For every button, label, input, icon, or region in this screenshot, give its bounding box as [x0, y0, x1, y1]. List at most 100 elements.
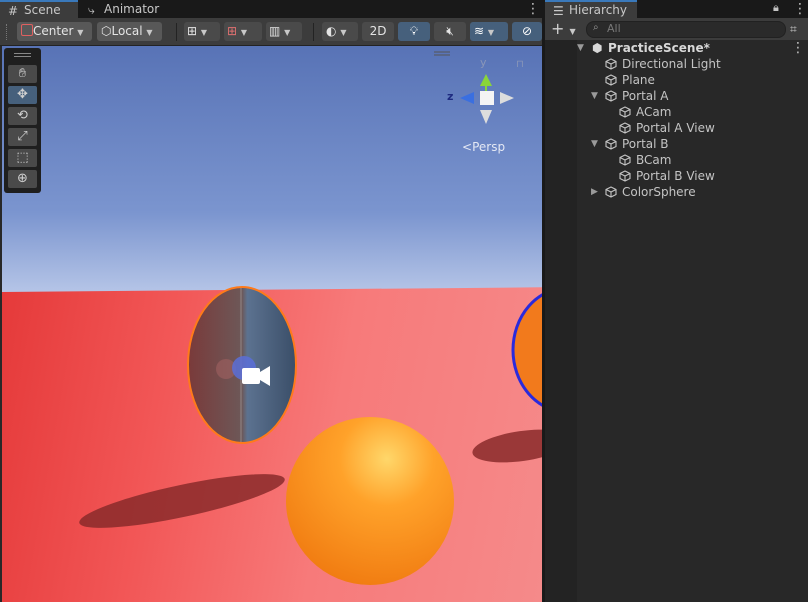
search-input[interactable]: ⌕ All	[586, 21, 786, 38]
move-tool-button[interactable]: ✥	[8, 86, 37, 104]
scene-visibility-button[interactable]: ⊘	[512, 22, 542, 41]
tools-overlay: ✋︎ ✥ ⟲ ⤢ ⬚ ⊕	[4, 48, 41, 193]
scene-root-row[interactable]: ▼ ⬢ PracticeScene* ⋮	[545, 40, 808, 56]
hierarchy-item-label: Plane	[622, 73, 655, 87]
pivot-mode-dropdown[interactable]: Center ▼	[17, 22, 92, 41]
search-placeholder: All	[607, 22, 621, 35]
chevron-down-icon: ▼	[487, 28, 495, 37]
hierarchy-item-label: Portal A View	[636, 121, 715, 135]
animator-icon: ⤷	[88, 3, 95, 17]
hierarchy-item-label: Portal A	[622, 89, 669, 103]
chevron-down-icon: ▼	[146, 28, 153, 37]
toolbar-separator	[313, 23, 314, 41]
foldout-expanded-icon[interactable]: ▼	[591, 88, 598, 104]
gameobject-cube-icon	[619, 122, 631, 134]
scene-menu-icon[interactable]: ⋮	[526, 1, 540, 17]
pivot-mode-label: Center	[33, 24, 74, 38]
scene-panel: # Scene ⤷ Animator ⋮ Center ▼ ⬡Local ▼ ⊞…	[0, 0, 542, 602]
foldout-expanded-icon[interactable]: ▼	[577, 40, 584, 56]
audio-toggle-button[interactable]: 🔇︎	[434, 22, 466, 41]
hierarchy-item[interactable]: Portal A View	[545, 120, 808, 136]
toggle-2d-label: 2D	[369, 24, 387, 38]
persp-icon: <	[462, 140, 473, 154]
hierarchy-item[interactable]: ▼ Portal B	[545, 136, 808, 152]
chevron-down-icon: ▼	[77, 28, 84, 37]
scene-menu-icon[interactable]: ⋮	[791, 40, 805, 56]
gameobject-cube-icon	[605, 74, 617, 86]
rect-tool-button[interactable]: ⬚	[8, 149, 37, 167]
hierarchy-menu-icon[interactable]: ⋮	[793, 1, 807, 17]
layers-icon: ≋	[474, 24, 485, 38]
tab-animator-label: Animator	[104, 2, 160, 16]
chevron-down-icon: ▼	[240, 28, 248, 37]
grid-snap-button[interactable]: ⊞ ▼	[184, 22, 220, 41]
chevron-down-icon: ▼	[340, 28, 347, 37]
scene-toolbar: Center ▼ ⬡Local ▼ ⊞ ▼ ⊞ ▼ ▥ ▼ ◐ ▼ 2D 💡︎	[0, 18, 542, 46]
gameobject-cube-icon	[619, 154, 631, 166]
gameobject-cube-icon	[605, 186, 617, 198]
scale-icon: ⤢	[17, 129, 28, 144]
move-icon: ✥	[17, 87, 28, 102]
local-cube-icon: ⬡	[101, 24, 112, 38]
foldout-collapsed-icon[interactable]: ▶	[591, 184, 598, 200]
rotate-tool-button[interactable]: ⟲	[8, 107, 37, 125]
effects-dropdown[interactable]: ≋ ▼	[470, 22, 508, 41]
lighting-toggle-button[interactable]: 💡︎	[398, 22, 430, 41]
gameobject-cube-icon	[619, 106, 631, 118]
scene-name: PracticeScene*	[608, 41, 710, 55]
grid-icon: #	[8, 4, 19, 18]
hand-icon: ✋︎	[18, 66, 27, 81]
sphere-shading-icon: ◐	[326, 24, 337, 38]
tab-animator[interactable]: ⤷ Animator	[80, 0, 170, 18]
portal-b-shadow	[472, 429, 542, 463]
color-sphere[interactable]	[286, 417, 454, 585]
toggle-2d-button[interactable]: 2D	[362, 22, 394, 41]
tools-grip[interactable]	[14, 53, 31, 54]
rotate-icon: ⟲	[17, 108, 28, 123]
gameobject-cube-icon	[605, 138, 617, 150]
scene-objects	[79, 51, 542, 585]
tab-hierarchy[interactable]: ☰ Hierarchy	[545, 0, 637, 18]
audio-mute-icon: 🔇︎	[446, 24, 454, 38]
hierarchy-item[interactable]: ▶ ColorSphere	[545, 184, 808, 200]
scene-viewport[interactable]: y z ⊓ <Persp	[2, 46, 542, 602]
chevron-down-icon: ▼	[569, 27, 576, 36]
foldout-expanded-icon[interactable]: ▼	[591, 136, 598, 152]
hierarchy-item[interactable]: ▼ Portal A	[545, 88, 808, 104]
pivot-rotation-dropdown[interactable]: ⬡Local ▼	[97, 22, 162, 41]
lock-icon[interactable]: 🔒︎	[773, 1, 779, 15]
hierarchy-item-label: Portal B	[622, 137, 669, 151]
gizmo-label-z: z	[447, 90, 454, 103]
search-icon: ⌕	[593, 22, 599, 33]
transform-tool-button[interactable]: ⊕	[8, 170, 37, 188]
shading-mode-dropdown[interactable]: ◐ ▼	[322, 22, 358, 41]
transform-icon: ⊕	[17, 171, 28, 186]
hierarchy-item-label: Portal B View	[636, 169, 715, 183]
unity-scene-icon: ⬢	[592, 41, 603, 55]
portal-b[interactable]	[511, 288, 542, 412]
hierarchy-item[interactable]: ACam	[545, 104, 808, 120]
tab-hierarchy-label: Hierarchy	[569, 3, 628, 17]
hierarchy-item[interactable]: Directional Light	[545, 56, 808, 72]
tab-scene[interactable]: # Scene	[0, 0, 78, 18]
scale-tool-button[interactable]: ⤢	[8, 128, 37, 146]
plus-icon: +	[551, 19, 565, 38]
add-object-button[interactable]: + ▼	[551, 19, 576, 38]
increment-snap-button[interactable]: ⊞ ▼	[224, 22, 262, 41]
hierarchy-item-label: ColorSphere	[622, 185, 696, 199]
hierarchy-item[interactable]: Portal B View	[545, 168, 808, 184]
gizmo-label-y: y	[480, 56, 487, 69]
camera-icon[interactable]	[242, 366, 270, 386]
grid-visibility-button[interactable]: ▥ ▼	[266, 22, 302, 41]
hierarchy-item[interactable]: Plane	[545, 72, 808, 88]
persp-toggle[interactable]: <Persp	[462, 140, 505, 154]
hierarchy-item[interactable]: BCam	[545, 152, 808, 168]
search-filter-icon[interactable]: ⌗	[790, 22, 797, 37]
chevron-down-icon: ▼	[284, 28, 291, 37]
hierarchy-item-label: ACam	[636, 105, 672, 119]
hand-tool-button[interactable]: ✋︎	[8, 65, 37, 83]
orientation-gizmo[interactable]	[460, 74, 514, 124]
eye-slash-icon: ⊘	[521, 24, 533, 38]
lock-icon[interactable]: ⊓	[516, 59, 524, 70]
lightbulb-icon: 💡︎	[409, 24, 419, 38]
